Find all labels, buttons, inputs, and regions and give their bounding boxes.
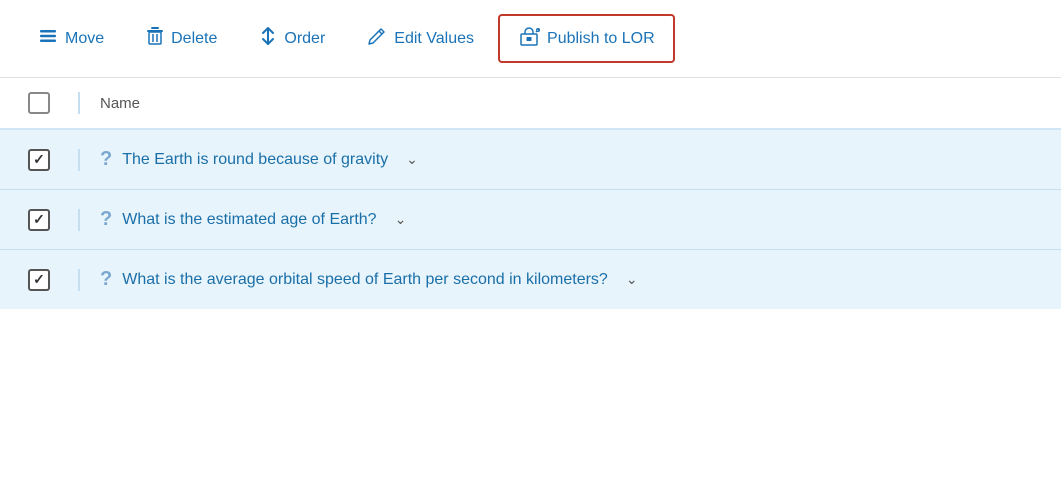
- delete-label: Delete: [171, 30, 217, 48]
- move-label: Move: [65, 30, 104, 48]
- row1-checkbox-col: ✓: [0, 149, 80, 171]
- delete-icon: [146, 26, 164, 51]
- order-label: Order: [284, 30, 325, 48]
- row3-content: ? What is the average orbital speed of E…: [80, 268, 1061, 291]
- row1-text: The Earth is round because of gravity: [122, 151, 388, 169]
- row1-checkbox[interactable]: ✓: [28, 149, 50, 171]
- row1-content: ? The Earth is round because of gravity …: [80, 148, 1061, 171]
- questions-table: Name ✓ ? The Earth is round because of g…: [0, 78, 1061, 309]
- delete-button[interactable]: Delete: [128, 16, 235, 61]
- row3-text: What is the average orbital speed of Ear…: [122, 271, 608, 289]
- chevron-down-icon[interactable]: ⌄: [395, 211, 407, 228]
- question-icon: ?: [100, 208, 112, 231]
- row2-checkbox[interactable]: ✓: [28, 209, 50, 231]
- table-row: ✓ ? What is the estimated age of Earth? …: [0, 190, 1061, 250]
- name-column-header: Name: [80, 95, 140, 112]
- row2-content: ? What is the estimated age of Earth? ⌄: [80, 208, 1061, 231]
- move-button[interactable]: Move: [20, 16, 122, 61]
- table-row: ✓ ? What is the average orbital speed of…: [0, 250, 1061, 309]
- row3-checkbox-col: ✓: [0, 269, 80, 291]
- chevron-down-icon[interactable]: ⌄: [406, 151, 418, 168]
- move-icon: [38, 26, 58, 51]
- select-all-checkbox[interactable]: [28, 92, 50, 114]
- table-row: ✓ ? The Earth is round because of gravit…: [0, 130, 1061, 190]
- header-checkbox-col: [0, 92, 80, 114]
- chevron-down-icon[interactable]: ⌄: [626, 271, 638, 288]
- table-header: Name: [0, 78, 1061, 130]
- question-icon: ?: [100, 148, 112, 171]
- order-button[interactable]: Order: [241, 16, 343, 61]
- row3-checkbox[interactable]: ✓: [28, 269, 50, 291]
- toolbar: Move Delete Order: [0, 0, 1061, 78]
- edit-icon: [367, 26, 387, 51]
- svg-text:+: +: [537, 28, 539, 32]
- row2-checkbox-col: ✓: [0, 209, 80, 231]
- edit-values-label: Edit Values: [394, 30, 474, 48]
- row2-text: What is the estimated age of Earth?: [122, 211, 376, 229]
- publish-to-lor-button[interactable]: + Publish to LOR: [498, 14, 675, 63]
- publish-to-lor-label: Publish to LOR: [547, 30, 655, 48]
- edit-values-button[interactable]: Edit Values: [349, 16, 492, 61]
- order-icon: [259, 26, 277, 51]
- question-icon: ?: [100, 268, 112, 291]
- publish-icon: +: [518, 26, 540, 51]
